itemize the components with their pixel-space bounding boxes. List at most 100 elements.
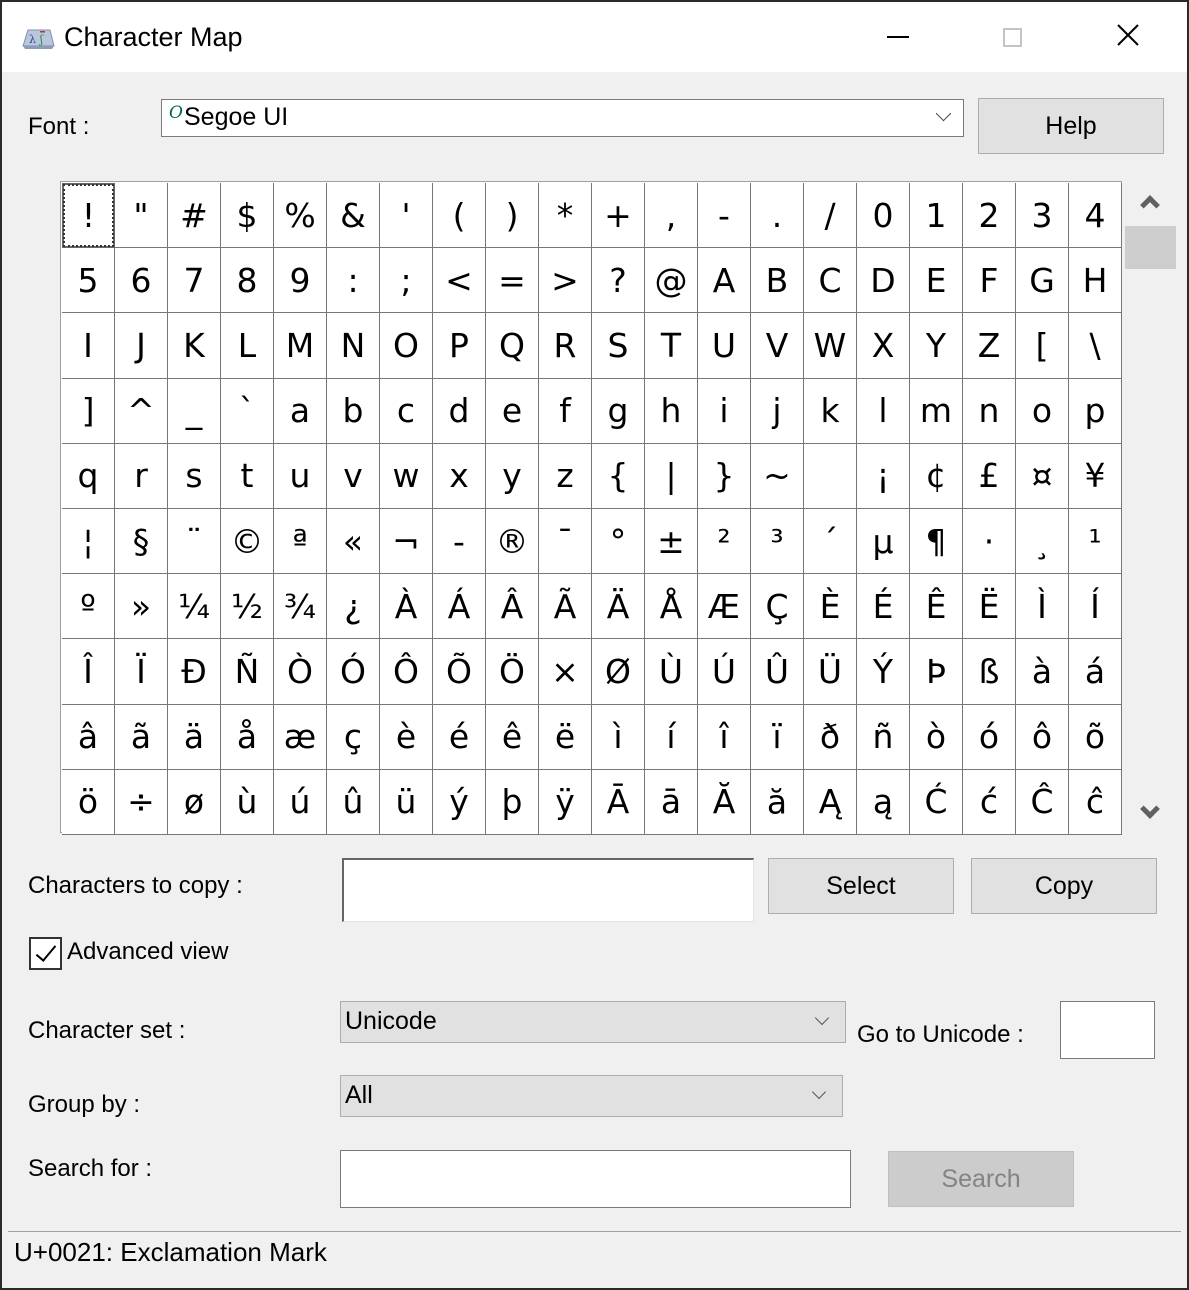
character-cell[interactable]: r <box>115 443 168 509</box>
characters-to-copy-input[interactable] <box>342 858 754 922</box>
character-cell[interactable]: ä <box>168 704 221 770</box>
character-cell[interactable]: ´ <box>804 508 857 575</box>
character-cell[interactable]: ® <box>486 508 539 575</box>
character-cell[interactable]: q <box>62 443 115 509</box>
character-cell[interactable]: ĉ <box>1069 769 1122 835</box>
character-cell[interactable]: b <box>327 378 380 444</box>
character-cell[interactable]: [ <box>1016 313 1069 379</box>
character-cell[interactable]: . <box>751 183 804 249</box>
character-cell[interactable]: à <box>1016 639 1069 705</box>
character-cell[interactable]: D <box>857 248 910 314</box>
select-button[interactable]: Select <box>768 858 954 914</box>
character-cell[interactable]: L <box>221 313 274 379</box>
character-cell[interactable]: t <box>221 443 274 509</box>
character-cell[interactable]: | <box>645 443 698 509</box>
character-cell[interactable]: ï <box>751 704 804 770</box>
close-button[interactable] <box>1070 2 1186 72</box>
character-cell[interactable]: O <box>380 313 433 379</box>
character-cell[interactable]: ¿ <box>327 574 380 640</box>
character-cell[interactable]: 4 <box>1069 183 1122 249</box>
character-cell[interactable]: Q <box>486 313 539 379</box>
character-cell[interactable]: a <box>274 378 327 444</box>
character-cell[interactable]: } <box>698 443 751 509</box>
character-cell[interactable]: ñ <box>857 704 910 770</box>
character-cell[interactable]: ° <box>592 508 645 575</box>
minimize-button[interactable] <box>840 2 956 72</box>
character-cell[interactable]: x <box>433 443 486 509</box>
character-cell[interactable]: ª <box>274 508 327 575</box>
character-cell[interactable]: ç <box>327 704 380 770</box>
scrollbar-thumb[interactable] <box>1125 226 1176 269</box>
character-cell[interactable]: × <box>539 639 592 705</box>
character-cell[interactable]: m <box>910 378 963 444</box>
character-cell[interactable]: Ĉ <box>1016 769 1069 835</box>
character-cell[interactable]: Ò <box>274 639 327 705</box>
character-cell[interactable]: ¥ <box>1069 443 1122 509</box>
character-cell[interactable]: ² <box>698 508 751 575</box>
character-cell[interactable]: X <box>857 313 910 379</box>
character-cell[interactable]: » <box>115 574 168 640</box>
character-cell[interactable]: Æ <box>698 574 751 640</box>
character-cell[interactable]: j <box>751 378 804 444</box>
advanced-view-checkbox[interactable] <box>29 937 62 970</box>
go-to-unicode-input[interactable] <box>1060 1001 1155 1059</box>
character-cell[interactable]: Ç <box>751 574 804 640</box>
character-cell[interactable]: Ð <box>168 639 221 705</box>
character-cell[interactable]: Ã <box>539 574 592 640</box>
character-cell[interactable]: A <box>698 248 751 314</box>
help-button[interactable]: Help <box>978 98 1164 154</box>
character-cell[interactable]: ¶ <box>910 508 963 575</box>
character-cell[interactable]: ÿ <box>539 769 592 835</box>
character-cell[interactable]: { <box>592 443 645 509</box>
character-cell[interactable]: 5 <box>62 248 115 314</box>
character-cell[interactable]: è <box>380 704 433 770</box>
character-cell[interactable]: T <box>645 313 698 379</box>
character-cell[interactable]: ¬ <box>380 508 433 575</box>
character-cell[interactable]: µ <box>857 508 910 575</box>
character-cell[interactable]: Ú <box>698 639 751 705</box>
character-cell[interactable]: \ <box>1069 313 1122 379</box>
character-cell[interactable]: Ñ <box>221 639 274 705</box>
character-cell[interactable]: È <box>804 574 857 640</box>
character-cell[interactable]: ¯ <box>539 508 592 575</box>
character-cell[interactable]: = <box>486 248 539 314</box>
character-cell[interactable]: % <box>274 183 327 249</box>
character-cell[interactable]: · <box>963 508 1016 575</box>
character-cell[interactable]: 9 <box>274 248 327 314</box>
character-cell[interactable]: V <box>751 313 804 379</box>
character-cell[interactable]: æ <box>274 704 327 770</box>
character-cell[interactable]: J <box>115 313 168 379</box>
copy-button[interactable]: Copy <box>971 858 1157 914</box>
character-cell[interactable]: ã <box>115 704 168 770</box>
character-cell[interactable]: 1 <box>910 183 963 249</box>
character-cell[interactable]: ½ <box>221 574 274 640</box>
character-cell[interactable]: ¾ <box>274 574 327 640</box>
character-cell[interactable]: Ù <box>645 639 698 705</box>
character-cell[interactable]: H <box>1069 248 1122 314</box>
character-cell[interactable]: ÷ <box>115 769 168 835</box>
character-cell[interactable]: 3 <box>1016 183 1069 249</box>
character-cell[interactable]: Ă <box>698 769 751 835</box>
character-cell[interactable]: Ā <box>592 769 645 835</box>
character-cell[interactable]: : <box>327 248 380 314</box>
character-cell[interactable]: d <box>433 378 486 444</box>
character-cell[interactable]: Í <box>1069 574 1122 640</box>
character-cell[interactable]: F <box>963 248 1016 314</box>
character-cell[interactable]: 0 <box>857 183 910 249</box>
character-cell[interactable]: É <box>857 574 910 640</box>
character-cell[interactable]: ¢ <box>910 443 963 509</box>
character-cell[interactable]: / <box>804 183 857 249</box>
character-cell[interactable]: 8 <box>221 248 274 314</box>
character-cell[interactable]: S <box>592 313 645 379</box>
character-cell[interactable]: u <box>274 443 327 509</box>
character-cell[interactable]: < <box>433 248 486 314</box>
character-cell[interactable]: ì <box>592 704 645 770</box>
character-cell[interactable]: Ï <box>115 639 168 705</box>
character-cell[interactable]: U <box>698 313 751 379</box>
character-cell[interactable]: ] <box>62 378 115 444</box>
character-cell[interactable] <box>804 443 857 509</box>
character-cell[interactable]: ± <box>645 508 698 575</box>
character-cell[interactable]: R <box>539 313 592 379</box>
character-cell[interactable]: ` <box>221 378 274 444</box>
character-cell[interactable]: w <box>380 443 433 509</box>
